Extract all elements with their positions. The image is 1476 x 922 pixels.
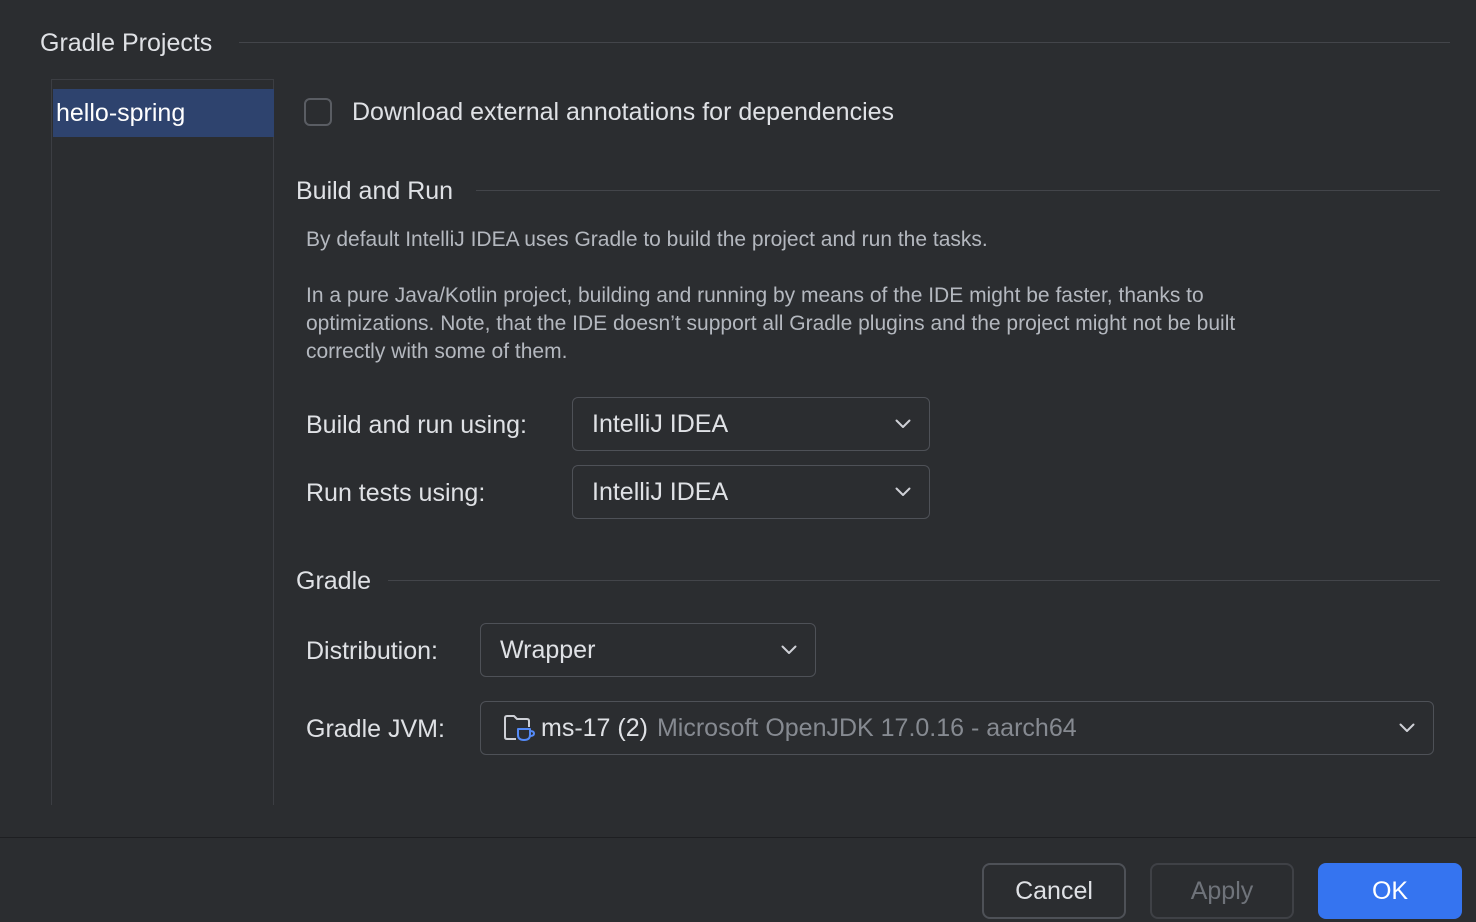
cancel-button[interactable]: Cancel <box>982 863 1126 919</box>
gradle-projects-title: Gradle Projects <box>40 29 213 57</box>
build-and-run-note: In a pure Java/Kotlin project, building … <box>306 282 1235 366</box>
chevron-down-icon <box>1399 723 1415 733</box>
jdk-folder-icon <box>503 713 536 743</box>
distribution-value: Wrapper <box>500 635 596 664</box>
run-tests-using-label: Run tests using: <box>306 479 486 507</box>
build-and-run-using-value: IntelliJ IDEA <box>592 409 729 438</box>
gradle-jvm-select[interactable]: ms-17 (2) Microsoft OpenJDK 17.0.16 - aa… <box>480 701 1434 755</box>
build-and-run-note-line-2: optimizations. Note, that the IDE doesn’… <box>306 312 1236 335</box>
apply-button[interactable]: Apply <box>1150 863 1294 919</box>
gradle-title: Gradle <box>296 567 372 595</box>
build-and-run-using-select[interactable]: IntelliJ IDEA <box>572 397 930 451</box>
chevron-down-icon <box>895 487 911 497</box>
download-annotations-label[interactable]: Download external annotations for depend… <box>352 98 894 127</box>
build-and-run-using-label: Build and run using: <box>306 411 527 439</box>
download-annotations-checkbox[interactable] <box>304 98 332 126</box>
build-and-run-note-line-1: In a pure Java/Kotlin project, building … <box>306 284 1204 307</box>
build-and-run-note-line-3: correctly with some of them. <box>306 340 568 363</box>
distribution-select[interactable]: Wrapper <box>480 623 816 677</box>
gradle-settings-dialog: Gradle Projects hello-spring Download ex… <box>0 0 1476 922</box>
run-tests-using-value: IntelliJ IDEA <box>592 477 729 506</box>
project-item-hello-spring[interactable]: hello-spring <box>53 89 274 137</box>
gradle-separator <box>388 580 1440 581</box>
settings-content: Gradle Projects hello-spring Download ex… <box>0 0 1476 837</box>
build-and-run-description: By default IntelliJ IDEA uses Gradle to … <box>306 226 988 254</box>
build-and-run-desc-1: By default IntelliJ IDEA uses Gradle to … <box>306 228 988 251</box>
gradle-jvm-label: Gradle JVM: <box>306 715 445 743</box>
distribution-label: Distribution: <box>306 637 438 665</box>
chevron-down-icon <box>781 645 797 655</box>
gradle-projects-separator <box>239 42 1450 43</box>
project-list[interactable]: hello-spring <box>51 79 274 805</box>
run-tests-using-select[interactable]: IntelliJ IDEA <box>572 465 930 519</box>
ok-button[interactable]: OK <box>1318 863 1462 919</box>
build-and-run-separator <box>476 190 1440 191</box>
dialog-footer: Cancel Apply OK <box>0 837 1476 922</box>
gradle-jvm-description: Microsoft OpenJDK 17.0.16 - aarch64 <box>656 713 1077 742</box>
gradle-jvm-name: ms-17 (2) <box>541 713 648 742</box>
build-and-run-title: Build and Run <box>296 177 454 205</box>
chevron-down-icon <box>895 419 911 429</box>
download-annotations-checkbox-row[interactable]: Download external annotations for depend… <box>304 96 894 128</box>
